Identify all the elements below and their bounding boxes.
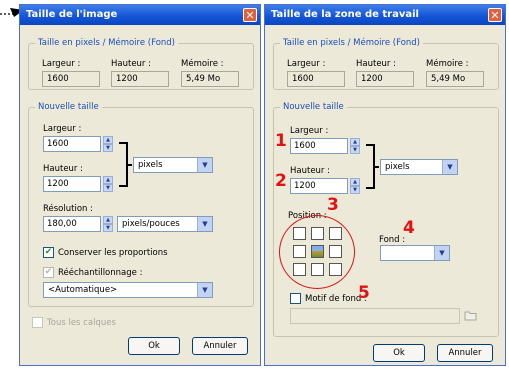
canvas-size-titlebar: Taille de la zone de travail ✕ bbox=[265, 5, 505, 25]
all-layers-checkbox bbox=[32, 317, 43, 328]
height-label: Hauteur : bbox=[356, 59, 396, 69]
link-bracket-tick bbox=[127, 164, 132, 166]
keep-proportions-checkbox[interactable]: ✔ bbox=[43, 247, 54, 258]
new-height-input[interactable]: 1200 bbox=[43, 176, 101, 192]
resample-method-select[interactable]: <Automatique> ▼ bbox=[43, 282, 213, 298]
memory-value: 5,49 Mo bbox=[426, 71, 484, 87]
close-button[interactable]: ✕ bbox=[488, 8, 502, 22]
annotation-4: 4 bbox=[403, 218, 415, 238]
new-height-spinner[interactable]: ▲ ▼ bbox=[103, 176, 113, 192]
chevron-down-icon[interactable]: ▼ bbox=[197, 158, 212, 172]
width-value: 1600 bbox=[287, 71, 345, 87]
annotation-2: 2 bbox=[275, 171, 287, 191]
resolution-label: Résolution : bbox=[43, 204, 93, 214]
new-width-spinner[interactable]: ▲ ▼ bbox=[350, 138, 360, 154]
resolution-unit-select[interactable]: pixels/pouces ▼ bbox=[117, 216, 213, 232]
unit-select[interactable]: pixels ▼ bbox=[380, 159, 458, 175]
ok-button[interactable]: Ok bbox=[373, 344, 425, 362]
group-title: Nouvelle taille bbox=[280, 102, 347, 112]
resolution-unit-value: pixels/pouces bbox=[122, 219, 180, 229]
cancel-button[interactable]: Annuler bbox=[192, 337, 248, 355]
resample-method-value: <Automatique> bbox=[48, 285, 118, 295]
image-size-titlebar: Taille de l'image ✕ bbox=[20, 5, 260, 25]
memory-label: Mémoire : bbox=[426, 59, 469, 69]
canvas-size-dialog: Taille de la zone de travail ✕ Taille en… bbox=[264, 4, 506, 366]
pattern-path-input bbox=[290, 308, 460, 324]
width-label: Largeur : bbox=[42, 59, 81, 69]
folder-icon[interactable] bbox=[464, 310, 478, 321]
new-width-spinner[interactable]: ▲ ▼ bbox=[103, 136, 113, 152]
annotation-5: 5 bbox=[358, 283, 370, 303]
pattern-checkbox[interactable] bbox=[290, 293, 301, 304]
chevron-down-icon[interactable]: ▼ bbox=[197, 283, 212, 297]
new-height-input[interactable]: 1200 bbox=[290, 178, 348, 194]
annotation-1: 1 bbox=[275, 131, 287, 151]
dialog-title: Taille de l'image bbox=[26, 9, 118, 20]
group-title: Taille en pixels / Mémoire (Fond) bbox=[35, 38, 178, 48]
pixel-size-group: Taille en pixels / Mémoire (Fond) Largeu… bbox=[273, 38, 499, 90]
chevron-down-icon[interactable]: ▼ bbox=[434, 246, 449, 260]
image-size-dialog: Taille de l'image ✕ Taille en pixels / M… bbox=[19, 4, 261, 366]
background-color-select[interactable]: ▼ bbox=[380, 245, 450, 261]
unit-select-value: pixels bbox=[138, 160, 163, 170]
group-title: Nouvelle taille bbox=[35, 102, 102, 112]
background-label: Fond : bbox=[379, 235, 406, 245]
keep-proportions-label[interactable]: Conserver les proportions bbox=[58, 248, 168, 258]
resample-label: Rééchantillonnage : bbox=[58, 268, 143, 278]
all-layers-label: Tous les calques bbox=[47, 318, 116, 328]
new-height-spinner[interactable]: ▲ ▼ bbox=[350, 178, 360, 194]
new-height-label: Hauteur : bbox=[43, 164, 83, 174]
new-size-group: Nouvelle taille Largeur : 1600 ▲ ▼ Hauteu… bbox=[28, 102, 254, 307]
resample-checkbox: ✔ bbox=[43, 267, 54, 278]
pixel-size-group: Taille en pixels / Mémoire (Fond) Largeu… bbox=[28, 38, 254, 90]
link-bracket-tick bbox=[374, 166, 379, 168]
new-height-label: Hauteur : bbox=[290, 166, 330, 176]
dialog-title: Taille de la zone de travail bbox=[271, 9, 419, 20]
height-value: 1200 bbox=[356, 71, 414, 87]
new-width-input[interactable]: 1600 bbox=[290, 138, 348, 154]
resolution-input[interactable]: 180,00 bbox=[43, 216, 101, 232]
group-title: Taille en pixels / Mémoire (Fond) bbox=[280, 38, 423, 48]
resolution-spinner[interactable]: ▲ ▼ bbox=[103, 216, 113, 232]
height-value: 1200 bbox=[111, 71, 169, 87]
new-width-label: Largeur : bbox=[290, 126, 329, 136]
new-width-label: Largeur : bbox=[43, 124, 82, 134]
width-value: 1600 bbox=[42, 71, 100, 87]
height-label: Hauteur : bbox=[111, 59, 151, 69]
close-button[interactable]: ✕ bbox=[243, 8, 257, 22]
unit-select-value: pixels bbox=[385, 162, 410, 172]
new-width-input[interactable]: 1600 bbox=[43, 136, 101, 152]
anchor-highlight-circle bbox=[279, 215, 355, 289]
chevron-down-icon[interactable]: ▼ bbox=[197, 217, 212, 231]
ok-button[interactable]: Ok bbox=[128, 337, 180, 355]
width-label: Largeur : bbox=[287, 59, 326, 69]
memory-label: Mémoire : bbox=[181, 59, 224, 69]
chevron-down-icon[interactable]: ▼ bbox=[442, 160, 457, 174]
annotation-3: 3 bbox=[327, 195, 339, 215]
cancel-button[interactable]: Annuler bbox=[437, 344, 493, 362]
unit-select[interactable]: pixels ▼ bbox=[133, 157, 213, 173]
memory-value: 5,49 Mo bbox=[181, 71, 239, 87]
